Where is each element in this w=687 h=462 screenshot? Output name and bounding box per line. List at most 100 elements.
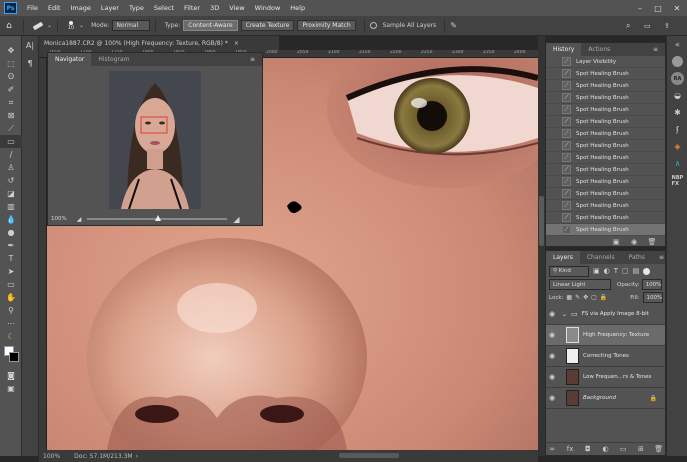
chevron-right-icon[interactable]: › — [136, 453, 138, 460]
history-item[interactable]: ⟋ Spot Healing Brush — [546, 68, 665, 80]
plugin-drop-icon[interactable]: ◒ — [667, 87, 687, 104]
eraser-tool-icon[interactable]: ◪ — [0, 187, 22, 200]
crop-tool-icon[interactable]: ⌗ — [0, 96, 22, 109]
menu-image[interactable]: Image — [65, 4, 95, 12]
content-aware-button[interactable]: Content-Aware — [183, 20, 238, 31]
history-brush-source-checkbox[interactable] — [549, 225, 558, 234]
tab-paths[interactable]: Paths — [622, 251, 652, 264]
lasso-tool-icon[interactable]: ʘ — [0, 70, 22, 83]
history-item[interactable]: ⟋ Spot Healing Brush — [546, 200, 665, 212]
add-mask-icon[interactable]: ◘ — [581, 444, 594, 454]
history-item[interactable]: ⟋ Spot Healing Brush — [546, 152, 665, 164]
history-item[interactable]: ⟋ Spot Healing Brush — [546, 80, 665, 92]
menu-filter[interactable]: Filter — [179, 4, 205, 12]
history-brush-source-checkbox[interactable] — [549, 165, 558, 174]
history-item[interactable]: ⟋ Spot Healing Brush — [546, 104, 665, 116]
history-item[interactable]: ⟋ Spot Healing Brush — [546, 128, 665, 140]
layer-row-selected[interactable]: ◉ High Frequency: Texture — [546, 325, 665, 346]
history-item[interactable]: ⟋ Spot Healing Brush — [546, 116, 665, 128]
workspace-icon[interactable]: ▭ — [644, 22, 651, 30]
blur-tool-icon[interactable]: 💧 — [0, 213, 22, 226]
share-icon[interactable]: ⇪ — [664, 22, 670, 30]
zoom-tool-icon[interactable]: ⚲ — [0, 304, 22, 317]
photoshop-logo-icon[interactable]: Ps — [4, 2, 17, 14]
chevron-down-icon[interactable]: ⌄ — [562, 311, 567, 318]
plugin-cube-icon[interactable]: ◈ — [667, 138, 687, 155]
history-brush-source-checkbox[interactable] — [549, 129, 558, 138]
move-tool-icon[interactable]: ✥ — [0, 44, 22, 57]
home-icon[interactable]: ⌂ — [0, 21, 18, 31]
filter-type-icon[interactable]: T — [614, 267, 618, 275]
trash-icon[interactable]: 🗑 — [645, 237, 659, 247]
adjustment-layer-icon[interactable]: ◐ — [599, 444, 612, 454]
eye-icon[interactable]: ◉ — [546, 310, 558, 318]
history-item[interactable]: ⟋ Spot Healing Brush — [546, 212, 665, 224]
zoom-slider-thumb[interactable] — [155, 215, 162, 221]
fill-field[interactable]: 100% — [642, 292, 663, 303]
navigator-thumbnail[interactable] — [109, 71, 201, 209]
layer-group-row[interactable]: ◉ ⌄ ▭ FS via Apply Image 8-bit — [546, 304, 665, 325]
menu-edit[interactable]: Edit — [43, 4, 66, 12]
banana-icon[interactable]: ☾ — [0, 330, 22, 343]
history-brush-source-checkbox[interactable] — [549, 81, 558, 90]
vertical-scrollbar[interactable] — [538, 36, 545, 456]
opacity-field[interactable]: 100% — [641, 279, 662, 290]
tab-channels[interactable]: Channels — [580, 251, 622, 264]
quick-mask-icon[interactable]: ◙ — [0, 369, 22, 382]
status-zoom[interactable]: 100% — [43, 453, 60, 460]
tab-actions[interactable]: Actions — [581, 43, 617, 56]
hand-tool-icon[interactable]: ✋ — [0, 291, 22, 304]
panel-menu-icon[interactable]: ≡ — [646, 43, 665, 56]
menu-file[interactable]: File — [22, 4, 43, 12]
search-icon[interactable]: ⌕ — [626, 21, 630, 31]
history-brush-source-checkbox[interactable] — [549, 213, 558, 222]
quick-select-tool-icon[interactable]: ✐ — [0, 83, 22, 96]
path-select-tool-icon[interactable]: ➤ — [0, 265, 22, 278]
character-panel-icon[interactable]: A| — [22, 36, 38, 54]
menu-window[interactable]: Window — [250, 4, 286, 12]
minimize-button[interactable]: – — [632, 0, 648, 16]
dodge-tool-icon[interactable]: ● — [0, 226, 22, 239]
menu-help[interactable]: Help — [285, 4, 310, 12]
eye-icon[interactable]: ◉ — [546, 394, 558, 402]
edit-toolbar-icon[interactable]: ⋯ — [0, 317, 22, 330]
history-item[interactable]: ⟋ Spot Healing Brush — [546, 92, 665, 104]
zoom-in-icon[interactable]: ◢ — [233, 215, 239, 224]
eye-icon[interactable]: ◉ — [546, 373, 558, 381]
history-brush-source-checkbox[interactable] — [549, 105, 558, 114]
menu-type[interactable]: Type — [124, 4, 149, 12]
plugin-curl-icon[interactable]: ʄ — [667, 121, 687, 138]
history-item[interactable]: ⟋ Spot Healing Brush — [546, 176, 665, 188]
brush-size-picker[interactable]: 10 — [63, 20, 79, 31]
sample-all-layers-checkbox[interactable] — [369, 22, 377, 29]
history-item[interactable]: ⟋ Spot Healing Brush — [546, 224, 665, 236]
new-layer-icon[interactable]: ⊞ — [635, 444, 648, 454]
plugin-circle-icon[interactable] — [667, 53, 687, 70]
fx-icon[interactable]: fx — [564, 444, 577, 454]
plugin-star-icon[interactable]: ✱ — [667, 104, 687, 121]
lock-move-icon[interactable]: ✥ — [583, 294, 588, 301]
screen-mode-icon[interactable]: ▣ — [0, 382, 22, 395]
color-swatches[interactable] — [0, 343, 21, 369]
layer-row[interactable]: ◉ Correcting Tones — [546, 346, 665, 367]
shape-tool-icon[interactable]: ▭ — [0, 278, 22, 291]
menu-select[interactable]: Select — [149, 4, 179, 12]
chevron-down-icon[interactable]: ⌄ — [79, 22, 84, 29]
zoom-slider[interactable] — [87, 215, 228, 221]
blend-mode-select[interactable]: Linear Light — [549, 279, 611, 290]
filter-adjustment-icon[interactable]: ◐ — [604, 267, 610, 275]
new-document-from-state-icon[interactable]: ▣ — [609, 237, 623, 247]
lock-artboard-icon[interactable]: ▢ — [591, 294, 597, 301]
history-brush-source-checkbox[interactable] — [549, 69, 558, 78]
frame-tool-icon[interactable]: ⊠ — [0, 109, 22, 122]
lock-brush-icon[interactable]: ✎ — [575, 294, 580, 301]
tab-layers[interactable]: Layers — [546, 251, 580, 264]
panel-collapse-icon[interactable]: « — [667, 36, 687, 53]
history-brush-source-checkbox[interactable] — [549, 177, 558, 186]
tab-history[interactable]: History — [546, 43, 582, 56]
gradient-tool-icon[interactable]: ▥ — [0, 200, 22, 213]
spot-healing-tool-icon[interactable] — [29, 21, 47, 31]
layer-row[interactable]: ◉ Low Frequen...rs & Tones — [546, 367, 665, 388]
brush-tool-icon[interactable]: ∕ — [0, 148, 22, 161]
create-texture-button[interactable]: Create Texture — [240, 20, 295, 31]
